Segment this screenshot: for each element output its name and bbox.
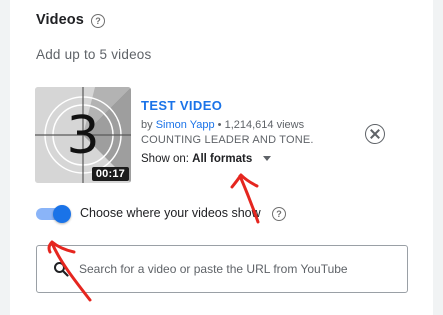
video-search-box[interactable] bbox=[36, 245, 408, 293]
caret-down-icon bbox=[263, 156, 272, 162]
view-count: 1,214,614 views bbox=[224, 119, 305, 131]
by-prefix: by bbox=[141, 119, 153, 131]
video-title-link[interactable]: TEST VIDEO bbox=[141, 98, 222, 113]
section-title: Videos bbox=[36, 12, 84, 28]
toggle-label: Choose where your videos show bbox=[80, 206, 261, 220]
show-on-dropdown[interactable]: Show on: All formats bbox=[141, 153, 272, 165]
video-thumbnail[interactable]: 3 00:17 bbox=[35, 87, 131, 183]
thumbnail-digit: 3 bbox=[66, 106, 99, 166]
help-icon[interactable]: ? bbox=[91, 14, 105, 28]
show-on-label: Show on: bbox=[141, 153, 189, 165]
video-meta: by Simon Yapp • 1,214,614 views bbox=[141, 119, 304, 131]
search-icon bbox=[54, 262, 69, 277]
section-subtitle: Add up to 5 videos bbox=[36, 47, 152, 62]
toggle-knob bbox=[53, 205, 71, 223]
show-on-value: All formats bbox=[192, 153, 253, 165]
search-input[interactable] bbox=[79, 258, 399, 280]
video-description: COUNTING LEADER AND TONE. bbox=[141, 134, 314, 146]
meta-separator: • bbox=[217, 119, 222, 131]
choose-placement-toggle[interactable] bbox=[36, 205, 72, 223]
remove-video-button[interactable] bbox=[365, 124, 385, 144]
help-icon[interactable]: ? bbox=[272, 207, 286, 221]
video-duration: 00:17 bbox=[91, 167, 129, 181]
videos-panel: Videos ? Add up to 5 videos 3 00:17 TEST… bbox=[10, 0, 433, 315]
channel-link[interactable]: Simon Yapp bbox=[156, 119, 215, 131]
